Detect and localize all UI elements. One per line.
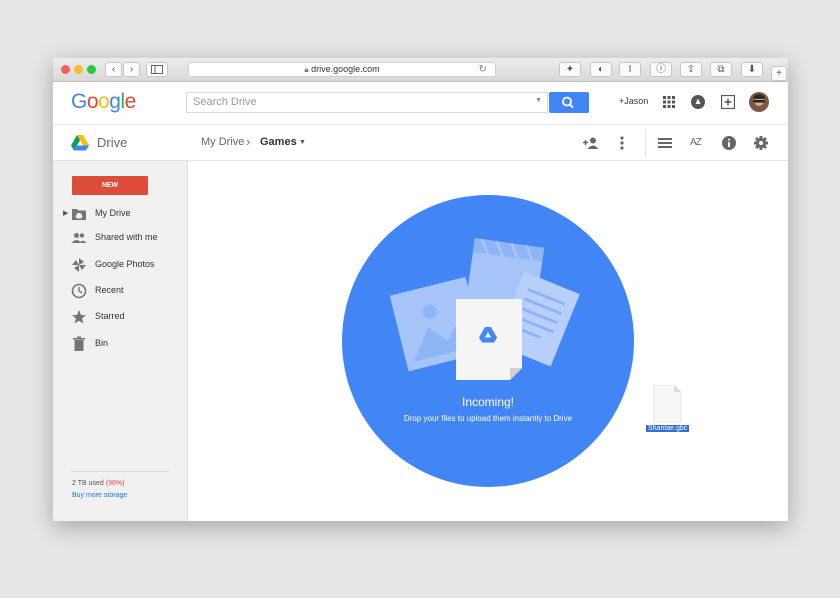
storage-used-text: 2 TB used: [72, 480, 104, 487]
lock-icon: 🔒︎: [304, 65, 309, 74]
drive-toolbar: Drive My Drive › Games ▼ AZ: [53, 125, 788, 161]
people-icon: [71, 233, 87, 243]
forward-icon: ›: [129, 64, 134, 75]
sidebar-item-label: Shared with me: [95, 232, 158, 242]
file-stack-illustration: [389, 238, 580, 380]
share-button[interactable]: ⇪: [680, 62, 702, 77]
sidebar-item-shared-with-me[interactable]: Shared with me: [53, 227, 188, 249]
star-icon: [72, 310, 86, 324]
info-circle-icon: ⓘ: [656, 64, 666, 75]
drive-logo-icon: [71, 135, 89, 151]
buy-storage-link[interactable]: Buy more storage: [72, 492, 127, 499]
more-options-icon[interactable]: [620, 136, 624, 150]
search-placeholder: Search Drive: [193, 96, 257, 108]
toolbar-divider: [645, 129, 646, 157]
bookmark-button[interactable]: ✦: [559, 62, 581, 77]
search-input[interactable]: Search Drive ▼: [186, 92, 548, 113]
sidebar-item-my-drive[interactable]: ▶ My Drive: [53, 203, 188, 225]
text-button[interactable]: I: [619, 62, 641, 77]
downloads-button[interactable]: ⬇: [741, 62, 763, 77]
password-button[interactable]: ⓘ: [650, 62, 672, 77]
extension-button[interactable]: ◐: [590, 62, 612, 77]
avatar[interactable]: [749, 92, 769, 112]
expand-arrow-icon[interactable]: ▶: [63, 209, 68, 217]
sidebar-item-starred[interactable]: Starred: [53, 306, 188, 328]
sidebar: NEW ▶ My Drive Shared with me Google Pho…: [53, 161, 188, 521]
reload-icon[interactable]: ↻: [479, 63, 487, 76]
folder-menu-caret-icon[interactable]: ▼: [299, 139, 306, 146]
sidebar-item-label: My Drive: [95, 208, 131, 218]
app-header: Google Search Drive ▼ +Jason: [53, 82, 788, 125]
storage-usage: 2 TB used (96%): [72, 480, 124, 487]
sidebar-item-label: Bin: [95, 338, 109, 348]
breadcrumb-my-drive[interactable]: My Drive: [201, 136, 244, 148]
tabs-button[interactable]: ⧉: [710, 62, 732, 77]
breadcrumb-current-folder[interactable]: Games: [260, 136, 297, 148]
browser-window: ‹ › 🔒︎ drive.google.com ↻ ✦ ◐ I ⓘ ⇪ ⧉ ⬇ …: [53, 58, 788, 521]
back-icon: ‹: [111, 64, 116, 75]
dragged-file[interactable]: Shantae.gbc: [645, 385, 693, 437]
new-tab-button[interactable]: +: [771, 66, 787, 81]
google-logo[interactable]: Google: [71, 90, 136, 114]
trash-icon: [73, 336, 85, 351]
dropzone-title: Incoming!: [461, 395, 515, 409]
sidebar-item-label: Recent: [95, 285, 124, 295]
zoom-window-button[interactable]: [87, 65, 96, 74]
sort-az-icon[interactable]: AZ: [690, 137, 702, 148]
sidebar-divider: [71, 471, 169, 472]
sidebar-item-recent[interactable]: Recent: [53, 280, 188, 302]
sidebar-item-label: Starred: [95, 311, 125, 321]
clock-icon: [71, 283, 87, 299]
add-person-icon[interactable]: [583, 137, 599, 149]
storage-percent: (96%): [105, 480, 125, 487]
sidebar-item-google-photos[interactable]: Google Photos: [53, 254, 188, 276]
url-text: drive.google.com: [311, 64, 380, 74]
tabs-icon: ⧉: [717, 64, 725, 75]
upload-drop-zone[interactable]: Incoming! Drop your files to upload them…: [342, 195, 634, 487]
folder-drive-icon: [72, 209, 86, 220]
apps-grid-icon[interactable]: [663, 96, 675, 108]
forward-button[interactable]: ›: [123, 62, 140, 77]
search-icon: [562, 96, 574, 109]
plus-icon: +: [776, 68, 782, 79]
dragged-file-name: Shantae.gbc: [646, 425, 690, 432]
search-button[interactable]: [549, 92, 589, 113]
pinwheel-icon: [72, 258, 86, 272]
new-button[interactable]: NEW: [72, 176, 148, 195]
share-add-icon[interactable]: [721, 95, 735, 109]
download-icon: ⬇: [747, 64, 757, 75]
user-plus-link[interactable]: +Jason: [619, 96, 648, 106]
drive-app-title[interactable]: Drive: [97, 135, 127, 150]
file-icon: [653, 385, 682, 423]
minimize-window-button[interactable]: [74, 65, 83, 74]
dropzone-subtitle: Drop your files to upload them instantly…: [403, 414, 573, 423]
info-icon[interactable]: [722, 136, 736, 150]
sidebar-item-label: Google Photos: [95, 259, 155, 269]
sidebar-item-bin[interactable]: Bin: [53, 333, 188, 355]
extension-icon: ◐: [597, 64, 605, 75]
list-view-icon[interactable]: [658, 138, 672, 148]
tools-icon: ✦: [565, 64, 575, 75]
browser-titlebar: ‹ › 🔒︎ drive.google.com ↻ ✦ ◐ I ⓘ ⇪ ⧉ ⬇ …: [53, 58, 788, 82]
breadcrumb-chevron-icon: ›: [246, 134, 251, 149]
address-bar[interactable]: 🔒︎ drive.google.com ↻: [188, 62, 496, 77]
share-icon: ⇪: [686, 64, 696, 75]
sidebar-icon: [151, 65, 163, 74]
back-button[interactable]: ‹: [105, 62, 122, 77]
sidebar-toggle-button[interactable]: [146, 62, 168, 77]
cursor-icon: I: [628, 64, 632, 75]
settings-gear-icon[interactable]: [754, 136, 768, 150]
main-content: Incoming! Drop your files to upload them…: [188, 161, 788, 521]
notifications-icon[interactable]: [691, 95, 705, 109]
close-window-button[interactable]: [61, 65, 70, 74]
search-options-icon[interactable]: ▼: [535, 97, 542, 104]
